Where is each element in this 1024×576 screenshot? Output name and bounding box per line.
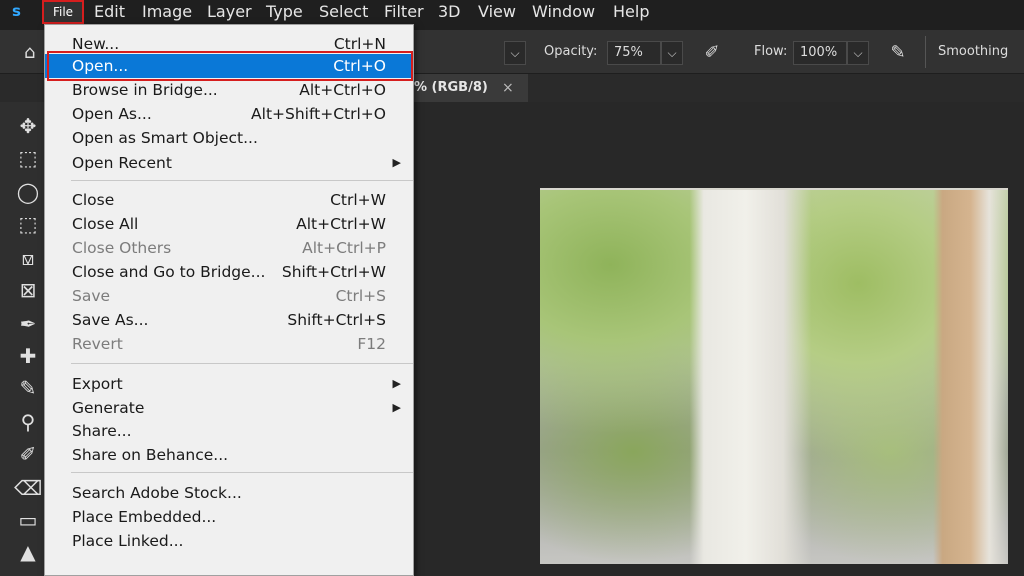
menu-item-export[interactable]: Export ▶ — [45, 372, 413, 396]
menu-item-generate[interactable]: Generate ▶ — [45, 396, 413, 420]
menu-edit[interactable]: Edit — [94, 2, 125, 21]
menu-type[interactable]: Type — [266, 2, 303, 21]
menu-separator — [71, 363, 413, 364]
menu-item-label: Share... — [72, 422, 132, 440]
marquee-tool-icon[interactable]: ⬚ — [14, 144, 42, 172]
menu-item-label: Place Linked... — [72, 532, 184, 550]
opacity-label: Opacity: — [544, 44, 598, 59]
options-divider — [925, 36, 926, 68]
file-menu-dropdown: New... Ctrl+N Open... Ctrl+O Browse in B… — [44, 24, 414, 576]
menu-help[interactable]: Help — [613, 2, 649, 21]
smoothing-label: Smoothing — [938, 44, 1009, 59]
menu-item-share[interactable]: Share... — [45, 419, 413, 443]
menu-item-place-embedded[interactable]: Place Embedded... — [45, 505, 413, 529]
move-tool-icon[interactable]: ✥ — [14, 112, 42, 140]
document-image[interactable] — [540, 188, 1008, 564]
healing-brush-tool-icon[interactable]: ✚ — [14, 342, 42, 370]
menu-item-label: Save As... — [72, 311, 149, 329]
menu-layer[interactable]: Layer — [207, 2, 252, 21]
menu-3d[interactable]: 3D — [438, 2, 461, 21]
history-brush-tool-icon[interactable]: ✐ — [14, 440, 42, 468]
menu-item-label: Place Embedded... — [72, 508, 217, 526]
menu-item-shortcut: Shift+Ctrl+S — [287, 311, 386, 329]
gradient-tool-icon[interactable]: ▭ — [14, 506, 42, 534]
menu-item-label: Close All — [72, 215, 139, 233]
menu-item-shortcut: Ctrl+W — [330, 191, 386, 209]
frame-tool-icon[interactable]: ⊠ — [14, 276, 42, 304]
menu-file[interactable]: File — [42, 0, 84, 24]
menu-item-label: Close and Go to Bridge... — [72, 263, 266, 281]
brush-tool-icon[interactable]: ✎ — [14, 374, 42, 402]
flow-input[interactable]: 100% — [793, 41, 847, 65]
pressure-opacity-icon[interactable]: ✐ — [699, 41, 725, 65]
menu-item-label: Open As... — [72, 105, 152, 123]
object-selection-tool-icon[interactable]: ⬚ — [14, 210, 42, 238]
menu-item-open-as[interactable]: Open As... Alt+Shift+Ctrl+O — [45, 102, 413, 126]
menu-item-label: Generate — [72, 399, 145, 417]
menu-item-close-go-bridge[interactable]: Close and Go to Bridge... Shift+Ctrl+W — [45, 260, 413, 284]
open-annotation-box — [47, 51, 413, 81]
menu-item-save[interactable]: Save Ctrl+S — [45, 284, 413, 308]
opacity-input[interactable]: 75% — [607, 41, 661, 65]
flow-dropdown[interactable]: ⌵ — [847, 41, 869, 65]
menu-separator — [71, 180, 413, 181]
close-icon[interactable]: × — [502, 74, 514, 102]
menu-item-close-others[interactable]: Close Others Alt+Ctrl+P — [45, 236, 413, 260]
crop-tool-icon[interactable]: ⟏ — [14, 244, 42, 272]
menu-item-label: Close — [72, 191, 115, 209]
menu-item-open-recent[interactable]: Open Recent ▶ — [45, 151, 413, 175]
submenu-arrow-icon: ▶ — [392, 377, 401, 390]
menu-view[interactable]: View — [478, 2, 516, 21]
menu-window[interactable]: Window — [532, 2, 595, 21]
menu-item-browse-in-bridge[interactable]: Browse in Bridge... Alt+Ctrl+O — [45, 78, 413, 102]
airbrush-icon[interactable]: ✎ — [885, 41, 911, 65]
menu-filter[interactable]: Filter — [384, 2, 424, 21]
tools-panel: ✥ ⬚ ◯ ⬚ ⟏ ⊠ ✒ ✚ ✎ ⚲ ✐ ⌫ ▭ ▲ — [0, 102, 46, 576]
menu-item-close[interactable]: Close Ctrl+W — [45, 188, 413, 212]
menu-item-shortcut: F12 — [357, 335, 386, 353]
menu-item-revert[interactable]: Revert F12 — [45, 332, 413, 356]
document-tab-label: % (RGB/8) — [414, 80, 488, 95]
menu-item-label: Browse in Bridge... — [72, 81, 218, 99]
menu-item-label: Export — [72, 375, 123, 393]
brush-mode-dropdown[interactable]: ⌵ — [504, 41, 526, 65]
menu-item-shortcut: Alt+Ctrl+O — [299, 81, 386, 99]
menu-item-label: Revert — [72, 335, 123, 353]
menu-item-shortcut: Alt+Shift+Ctrl+O — [251, 105, 386, 123]
menu-item-shortcut: Alt+Ctrl+W — [296, 215, 386, 233]
document-tab[interactable]: % (RGB/8) × — [408, 74, 528, 102]
menu-item-save-as[interactable]: Save As... Shift+Ctrl+S — [45, 308, 413, 332]
menu-item-label: Save — [72, 287, 111, 305]
menu-item-open-smart-object[interactable]: Open as Smart Object... — [45, 126, 413, 150]
opacity-dropdown[interactable]: ⌵ — [661, 41, 683, 65]
menu-item-share-behance[interactable]: Share on Behance... — [45, 443, 413, 467]
photoshop-logo: s — [12, 2, 21, 20]
menu-item-label: Close Others — [72, 239, 172, 257]
home-icon[interactable]: ⌂ — [24, 42, 44, 63]
submenu-arrow-icon: ▶ — [392, 401, 401, 414]
menu-item-close-all[interactable]: Close All Alt+Ctrl+W — [45, 212, 413, 236]
eyedropper-tool-icon[interactable]: ✒ — [14, 310, 42, 338]
submenu-arrow-icon: ▶ — [392, 156, 401, 169]
flow-label: Flow: — [754, 44, 788, 59]
menu-item-place-linked[interactable]: Place Linked... — [45, 529, 413, 553]
menu-item-shortcut: Ctrl+S — [335, 287, 386, 305]
clone-stamp-tool-icon[interactable]: ⚲ — [14, 408, 42, 436]
lasso-tool-icon[interactable]: ◯ — [14, 178, 42, 206]
menu-item-shortcut: Alt+Ctrl+P — [302, 239, 386, 257]
menu-item-label: Open as Smart Object... — [72, 129, 258, 147]
menu-item-label: Share on Behance... — [72, 446, 229, 464]
menu-item-label: Open Recent — [72, 154, 172, 172]
menu-item-shortcut: Shift+Ctrl+W — [281, 263, 386, 281]
menu-image[interactable]: Image — [142, 2, 192, 21]
menu-item-search-adobe-stock[interactable]: Search Adobe Stock... — [45, 481, 413, 505]
menu-item-label: Search Adobe Stock... — [72, 484, 242, 502]
blur-tool-icon[interactable]: ▲ — [14, 538, 42, 566]
menu-separator — [71, 472, 413, 473]
menu-select[interactable]: Select — [319, 2, 368, 21]
eraser-tool-icon[interactable]: ⌫ — [14, 474, 42, 502]
